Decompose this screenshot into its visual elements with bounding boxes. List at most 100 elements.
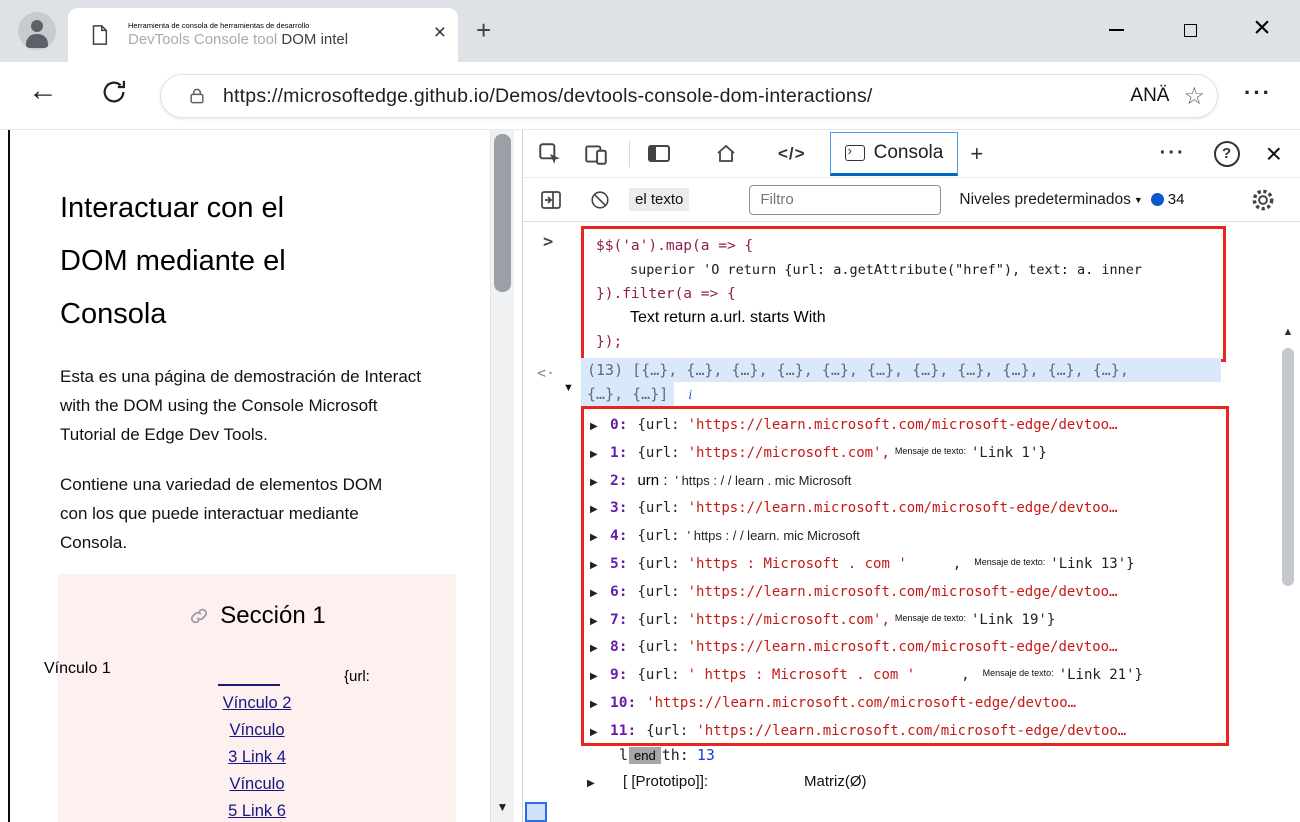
window-close-button[interactable]: × bbox=[1240, 6, 1284, 50]
help-button[interactable]: ? bbox=[1214, 141, 1240, 167]
console-array-entry[interactable]: ▶3:{url:'https://learn.microsoft.com/mic… bbox=[590, 495, 1226, 523]
welcome-home-button[interactable] bbox=[714, 142, 738, 166]
annotation-highlight-input: $$('a').map(a => {superior 'O return {ur… bbox=[581, 226, 1226, 362]
translate-label[interactable]: ANÄ bbox=[1130, 85, 1169, 107]
expand-triangle-icon[interactable]: ▶ bbox=[590, 581, 604, 607]
expand-triangle-icon[interactable]: ▶ bbox=[590, 497, 604, 523]
expand-triangle-icon[interactable]: ▶ bbox=[590, 692, 604, 718]
entry-segment-str: 'https://learn.microsoft.com/microsoft-e… bbox=[688, 417, 1118, 433]
console-array-entry[interactable]: ▶6:{url:'https://learn.microsoft.com/mic… bbox=[590, 579, 1226, 607]
scroll-down-icon[interactable]: ▼ bbox=[491, 800, 514, 814]
section-link[interactable]: 3 Link 4 bbox=[228, 744, 286, 771]
sources-tab-button[interactable]: </> bbox=[778, 144, 806, 164]
entry-index: 3: bbox=[610, 500, 627, 516]
console-prompt-icon[interactable]: > bbox=[543, 232, 553, 252]
refresh-button[interactable] bbox=[100, 78, 128, 111]
entry-segment-str: 'https://learn.microsoft.com/microsoft-e… bbox=[696, 723, 1126, 739]
device-emulation-button[interactable] bbox=[583, 141, 609, 167]
console-scrollbar-thumb[interactable] bbox=[1282, 348, 1294, 586]
entry-segment-plain: {url: bbox=[646, 723, 688, 739]
browser-menu-button[interactable]: ··· bbox=[1244, 80, 1272, 106]
tab-close-icon[interactable]: × bbox=[434, 21, 446, 45]
log-levels-dropdown[interactable]: Niveles predeterminados ▼ bbox=[959, 191, 1142, 209]
expand-triangle-icon[interactable]: ▶ bbox=[590, 609, 604, 635]
tab-title: DevTools Console tool DOM intel bbox=[128, 31, 428, 48]
info-icon: i bbox=[688, 388, 692, 403]
console-scrollbar[interactable]: ▲ bbox=[1278, 326, 1298, 818]
console-array-entry[interactable]: ▶11:{url:'https://learn.microsoft.com/mi… bbox=[590, 718, 1226, 746]
page-content: Interactuar con el DOM mediante el Conso… bbox=[0, 130, 522, 822]
section-title-text: Sección 1 bbox=[220, 602, 325, 630]
entry-segment-str: 'https://learn.microsoft.com/microsoft-e… bbox=[688, 500, 1118, 516]
console-array-entry[interactable]: ▶9:{url:' https : Microsoft . com ',Mens… bbox=[590, 662, 1226, 690]
array-collapse-icon[interactable]: ▼ bbox=[563, 382, 574, 394]
activity-bar-button[interactable] bbox=[648, 145, 670, 162]
entry-index: 7: bbox=[610, 612, 627, 628]
array-length-row: lendth:13 bbox=[619, 746, 715, 764]
page-document-icon bbox=[88, 23, 110, 47]
section-link[interactable]: Vínculo bbox=[229, 771, 284, 798]
console-array-entry[interactable]: ▶4:{url:' https : / / learn. mic Microso… bbox=[590, 523, 1226, 551]
page-scrollbar-thumb[interactable] bbox=[494, 134, 511, 292]
tab-title-small: Herramienta de consola de herramientas d… bbox=[128, 21, 309, 30]
result-summary-line-1[interactable]: (13) [{…}, {…}, {…}, {…}, {…}, {…}, {…},… bbox=[581, 358, 1221, 382]
address-bar[interactable]: https://microsoftedge.github.io/Demos/de… bbox=[160, 74, 1218, 118]
settings-button[interactable] bbox=[1250, 187, 1276, 213]
console-array-entry[interactable]: ▶1:{url:'https://microsoft.com',Mensaje … bbox=[590, 440, 1226, 468]
inspect-element-button[interactable] bbox=[537, 141, 563, 167]
entry-segment-val: 'Link 19'} bbox=[971, 612, 1055, 628]
page-scrollbar[interactable]: ▼ bbox=[490, 130, 514, 822]
issues-icon[interactable] bbox=[1151, 193, 1164, 206]
filter-input[interactable] bbox=[749, 185, 941, 215]
expand-triangle-icon[interactable]: ▶ bbox=[590, 664, 604, 690]
expand-triangle-icon[interactable]: ▶ bbox=[590, 414, 604, 440]
new-tab-button[interactable]: + bbox=[476, 15, 491, 46]
console-array-entry[interactable]: ▶10:'https://learn.microsoft.com/microso… bbox=[590, 690, 1226, 718]
minimize-icon bbox=[1109, 29, 1124, 31]
page-left-border bbox=[8, 130, 10, 822]
link-vinculo-1[interactable]: Vínculo 1 bbox=[44, 660, 111, 678]
titlebar: Herramienta de consola de herramientas d… bbox=[0, 0, 1300, 62]
length-post: th: bbox=[662, 746, 689, 764]
console-array-entry[interactable]: ▶7:{url:'https://microsoft.com',Mensaje … bbox=[590, 607, 1226, 635]
console-array-entry[interactable]: ▶0:{url:'https://learn.microsoft.com/mic… bbox=[590, 412, 1226, 440]
console-toolbar: el texto Niveles predeterminados ▼ 34 bbox=[523, 178, 1300, 222]
console-sidebar-button[interactable] bbox=[539, 188, 563, 212]
console-array-entry[interactable]: ▶5:{url:'https : Microsoft . com ',Mensa… bbox=[590, 551, 1226, 579]
expand-triangle-icon[interactable]: ▶ bbox=[590, 442, 604, 468]
expand-triangle-icon[interactable]: ▶ bbox=[590, 553, 604, 579]
entry-index: 6: bbox=[610, 584, 627, 600]
clear-console-button[interactable] bbox=[589, 189, 611, 211]
prototype-label: [ [Prototipo]]: bbox=[623, 773, 708, 790]
console-array-entry[interactable]: ▶2:urn :' https : / / learn . mic Micros… bbox=[590, 468, 1226, 496]
expand-triangle-icon[interactable]: ▶ bbox=[587, 778, 601, 789]
expand-triangle-icon[interactable]: ▶ bbox=[590, 525, 604, 551]
browser-tab[interactable]: Herramienta de consola de herramientas d… bbox=[68, 8, 458, 62]
devtools-more-button[interactable]: ··· bbox=[1160, 142, 1186, 165]
expand-triangle-icon[interactable]: ▶ bbox=[590, 720, 604, 746]
profile-avatar[interactable] bbox=[18, 12, 56, 50]
tab-console[interactable]: Consola bbox=[830, 132, 959, 176]
eager-eval-text: el texto bbox=[629, 188, 689, 211]
entry-segment-plain: {url: bbox=[637, 528, 679, 544]
bare-link-underline[interactable] bbox=[218, 684, 280, 686]
section-link[interactable]: Vínculo 2 bbox=[223, 690, 292, 717]
returned-value-icon: <· bbox=[537, 364, 555, 382]
console-array-entry[interactable]: ▶8:{url:'https://learn.microsoft.com/mic… bbox=[590, 634, 1226, 662]
expand-triangle-icon[interactable]: ▶ bbox=[590, 636, 604, 662]
section-link[interactable]: Vínculo bbox=[229, 717, 284, 744]
inspect-icon bbox=[537, 141, 563, 167]
minimize-button[interactable] bbox=[1096, 12, 1136, 48]
expand-triangle-icon[interactable]: ▶ bbox=[590, 470, 604, 496]
result-summary-line-2[interactable]: {…}, {…}]i bbox=[581, 382, 692, 406]
entry-segment-plain: , bbox=[953, 556, 961, 572]
prototype-row[interactable]: ▶[ [Prototipo]]:Matriz(Ø) bbox=[587, 773, 867, 790]
devtools-close-button[interactable]: × bbox=[1266, 138, 1282, 170]
add-pane-button[interactable]: + bbox=[970, 141, 983, 167]
section-link[interactable]: 5 Link 6 bbox=[228, 798, 286, 822]
scroll-up-icon[interactable]: ▲ bbox=[1278, 326, 1298, 338]
maximize-button[interactable] bbox=[1170, 12, 1210, 48]
back-button[interactable]: ← bbox=[28, 74, 58, 108]
favorite-star-icon[interactable]: ☆ bbox=[1183, 82, 1205, 111]
url-text[interactable]: https://microsoftedge.github.io/Demos/de… bbox=[223, 85, 873, 108]
